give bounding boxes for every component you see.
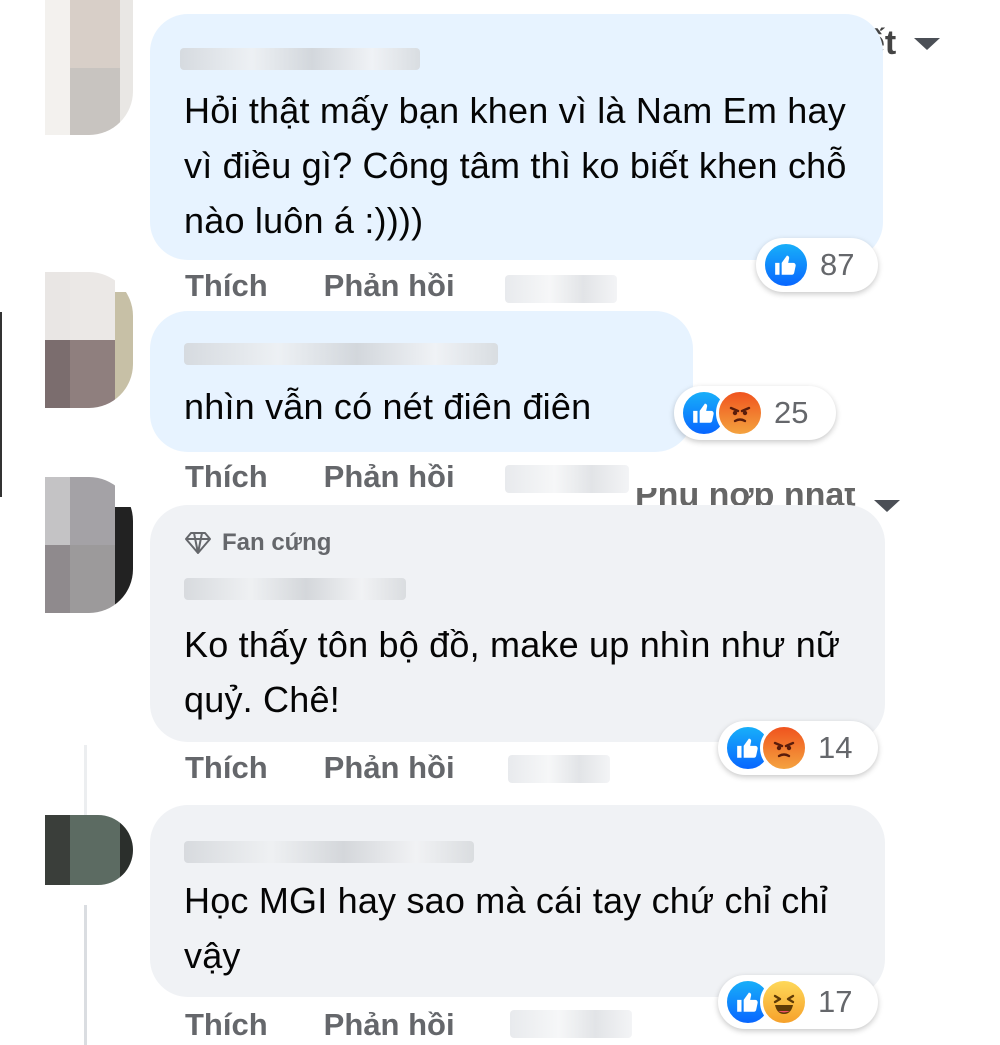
avatar[interactable] <box>45 272 133 408</box>
reaction-count: 17 <box>818 984 853 1019</box>
comment-bubble: Fan cứng Ko thấy tôn bộ đồ, make up nhìn… <box>150 505 885 742</box>
comment-text: nhìn vẫn có nét điên điên <box>184 386 592 427</box>
thread-line <box>84 745 87 815</box>
diamond-icon <box>185 532 211 554</box>
thread-line <box>84 905 87 1045</box>
angry-icon <box>716 389 764 437</box>
author-name[interactable] <box>184 343 498 365</box>
timestamp[interactable] <box>505 275 617 303</box>
reply-button[interactable]: Phản hồi <box>324 459 455 495</box>
haha-icon <box>760 978 808 1026</box>
reaction-count: 14 <box>818 730 853 765</box>
avatar[interactable] <box>45 0 133 135</box>
comment-bubble: nhìn vẫn có nét điên điên <box>150 311 693 452</box>
reaction-summary[interactable]: 25 <box>674 386 836 440</box>
author-name[interactable] <box>184 578 406 600</box>
timestamp[interactable] <box>510 1010 632 1038</box>
comment-text: Học MGI hay sao mà cái tay chứ chỉ chỉ v… <box>184 880 828 976</box>
reaction-summary[interactable]: 87 <box>756 238 878 292</box>
reply-button[interactable]: Phản hồi <box>324 1007 455 1043</box>
angry-icon <box>760 724 808 772</box>
like-button[interactable]: Thích <box>185 459 268 495</box>
comment-text: Ko thấy tôn bộ đồ, make up nhìn như nữ q… <box>184 624 841 720</box>
author-name[interactable] <box>180 48 420 70</box>
reaction-summary[interactable]: 17 <box>718 975 878 1029</box>
fan-badge: Fan cứng <box>184 527 331 559</box>
comment-text: Hỏi thật mấy bạn khen vì là Nam Em hay v… <box>184 90 847 241</box>
reply-button[interactable]: Phản hồi <box>324 750 455 786</box>
timestamp[interactable] <box>508 755 610 783</box>
like-icon <box>762 241 810 289</box>
badge-label: Fan cứng <box>222 529 332 556</box>
like-button[interactable]: Thích <box>185 268 268 304</box>
comment-bubble: Hỏi thật mấy bạn khen vì là Nam Em hay v… <box>150 14 883 260</box>
reaction-count: 25 <box>774 395 809 430</box>
like-button[interactable]: Thích <box>185 1007 268 1043</box>
chevron-down-icon <box>873 500 900 512</box>
chevron-down-icon <box>914 37 941 50</box>
avatar[interactable] <box>45 477 133 613</box>
author-name[interactable] <box>184 841 474 863</box>
reaction-summary[interactable]: 14 <box>718 721 878 775</box>
left-edge-line <box>0 312 2 497</box>
like-button[interactable]: Thích <box>185 750 268 786</box>
reply-button[interactable]: Phản hồi <box>324 268 455 304</box>
timestamp[interactable] <box>505 465 629 493</box>
reaction-count: 87 <box>820 247 855 282</box>
comment-bubble: Học MGI hay sao mà cái tay chứ chỉ chỉ v… <box>150 805 885 997</box>
avatar[interactable] <box>45 815 133 885</box>
